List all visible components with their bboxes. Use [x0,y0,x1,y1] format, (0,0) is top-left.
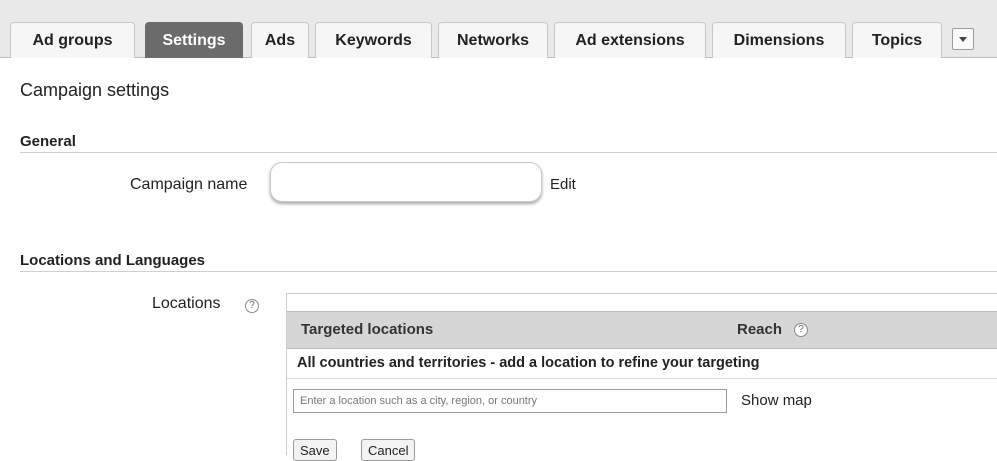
location-search-input[interactable] [293,389,727,413]
tab-ads[interactable]: Ads [251,22,309,58]
campaign-name-field[interactable] [270,162,542,202]
help-icon[interactable]: ? [245,299,259,313]
targeted-locations-header: Targeted locations Reach ? [287,311,997,349]
cancel-button[interactable]: Cancel [361,439,416,461]
chevron-down-icon [959,36,967,42]
targeting-note-row: All countries and territories - add a lo… [287,349,997,379]
tab-bar: Ad groups Settings Ads Keywords Networks… [0,0,997,58]
page-title: Campaign settings [20,80,170,100]
tab-settings[interactable]: Settings [145,22,243,58]
section-heading-general: General [20,133,76,150]
help-icon[interactable]: ? [794,323,808,337]
tab-topics[interactable]: Topics [852,22,942,58]
tab-dimensions[interactable]: Dimensions [712,22,846,58]
tab-networks[interactable]: Networks [438,22,548,58]
tab-ad-extensions[interactable]: Ad extensions [554,22,706,58]
locations-label: Locations [152,295,221,312]
save-button[interactable]: Save [293,439,337,461]
tab-keywords[interactable]: Keywords [315,22,432,58]
section-heading-locations-languages: Locations and Languages [20,252,206,269]
locations-panel: Targeted locations Reach ? All countries… [286,293,997,461]
column-header-targeted-locations: Targeted locations [301,321,434,338]
column-header-reach: Reach [737,321,783,338]
targeting-note: All countries and territories - add a lo… [297,355,760,371]
tab-ad-groups[interactable]: Ad groups [10,22,135,58]
campaign-name-label: Campaign name [130,176,248,193]
show-map-link[interactable]: Show map [741,392,812,409]
more-tabs-button[interactable] [952,28,974,50]
section-divider [20,271,997,272]
section-divider [20,152,997,153]
edit-link[interactable]: Edit [550,176,576,193]
